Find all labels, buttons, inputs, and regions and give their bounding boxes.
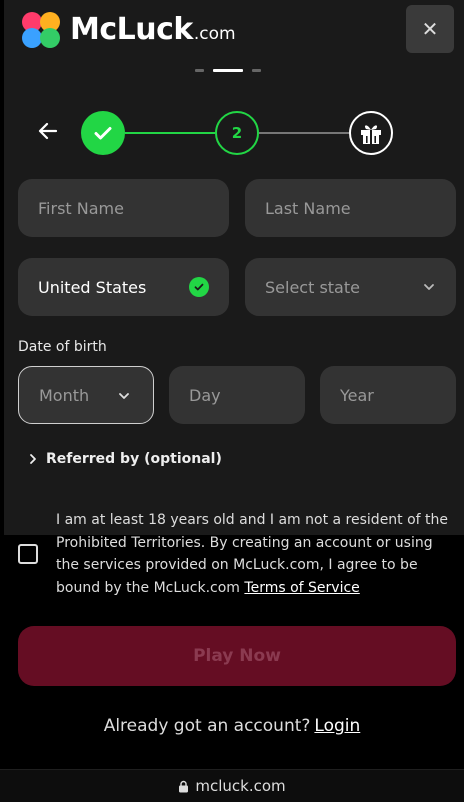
state-placeholder: Select state bbox=[265, 277, 360, 297]
step-3-reward bbox=[349, 111, 393, 155]
close-icon: ✕ bbox=[421, 17, 439, 41]
valid-check-icon bbox=[189, 277, 209, 297]
day-placeholder: Day bbox=[189, 385, 221, 405]
login-prompt: Already got an account? Login bbox=[0, 716, 464, 736]
stepper-line-pending bbox=[259, 132, 349, 134]
page-dot bbox=[252, 69, 261, 72]
dob-label: Date of birth bbox=[18, 339, 107, 355]
play-now-button[interactable]: Play Now bbox=[18, 626, 456, 686]
login-prompt-text: Already got an account? bbox=[103, 716, 311, 736]
checkmark-icon bbox=[94, 127, 112, 140]
referred-by-label: Referred by (optional) bbox=[46, 451, 222, 467]
country-select[interactable]: United States bbox=[18, 258, 229, 316]
month-placeholder: Month bbox=[39, 385, 90, 405]
mcluck-logo: McLuck .com bbox=[20, 10, 236, 48]
browser-url-bar[interactable]: mcluck.com bbox=[0, 769, 464, 802]
year-input[interactable]: Year bbox=[320, 366, 456, 424]
lock-icon bbox=[179, 780, 189, 792]
page-dot-active bbox=[213, 69, 243, 72]
page-dot bbox=[195, 69, 204, 72]
country-value: United States bbox=[38, 277, 147, 297]
referred-by-toggle[interactable]: Referred by (optional) bbox=[28, 451, 222, 467]
play-now-label: Play Now bbox=[193, 646, 281, 666]
year-placeholder: Year bbox=[340, 385, 374, 405]
day-input[interactable]: Day bbox=[169, 366, 305, 424]
last-name-input[interactable]: Last Name bbox=[245, 179, 456, 237]
signup-page: McLuck .com ✕ 2 First Name Last Name Uni… bbox=[0, 0, 464, 802]
chevron-down-icon bbox=[424, 284, 434, 290]
terms-text: I am at least 18 years old and I am not … bbox=[56, 509, 456, 599]
state-select[interactable]: Select state bbox=[245, 258, 456, 316]
back-arrow-icon[interactable] bbox=[36, 119, 60, 143]
last-name-placeholder: Last Name bbox=[265, 198, 351, 218]
terms-checkbox[interactable] bbox=[18, 544, 38, 564]
logo-suffix: .com bbox=[193, 24, 236, 44]
step-2-current: 2 bbox=[215, 111, 259, 155]
first-name-input[interactable]: First Name bbox=[18, 179, 229, 237]
gift-icon bbox=[361, 125, 381, 144]
page-indicator bbox=[195, 69, 261, 72]
month-select[interactable]: Month bbox=[18, 366, 154, 424]
first-name-placeholder: First Name bbox=[38, 198, 124, 218]
step-2-number: 2 bbox=[231, 124, 243, 142]
close-button[interactable]: ✕ bbox=[406, 5, 454, 53]
login-link[interactable]: Login bbox=[314, 716, 360, 736]
chevron-right-icon bbox=[30, 454, 36, 464]
terms-of-service-link[interactable]: Terms of Service bbox=[244, 580, 359, 596]
url-text: mcluck.com bbox=[195, 777, 286, 795]
logo-text: McLuck bbox=[70, 11, 193, 47]
stepper-line-complete bbox=[125, 132, 215, 134]
clover-logo-icon bbox=[20, 10, 64, 48]
step-1-complete bbox=[81, 111, 125, 155]
chevron-down-icon bbox=[119, 393, 129, 399]
